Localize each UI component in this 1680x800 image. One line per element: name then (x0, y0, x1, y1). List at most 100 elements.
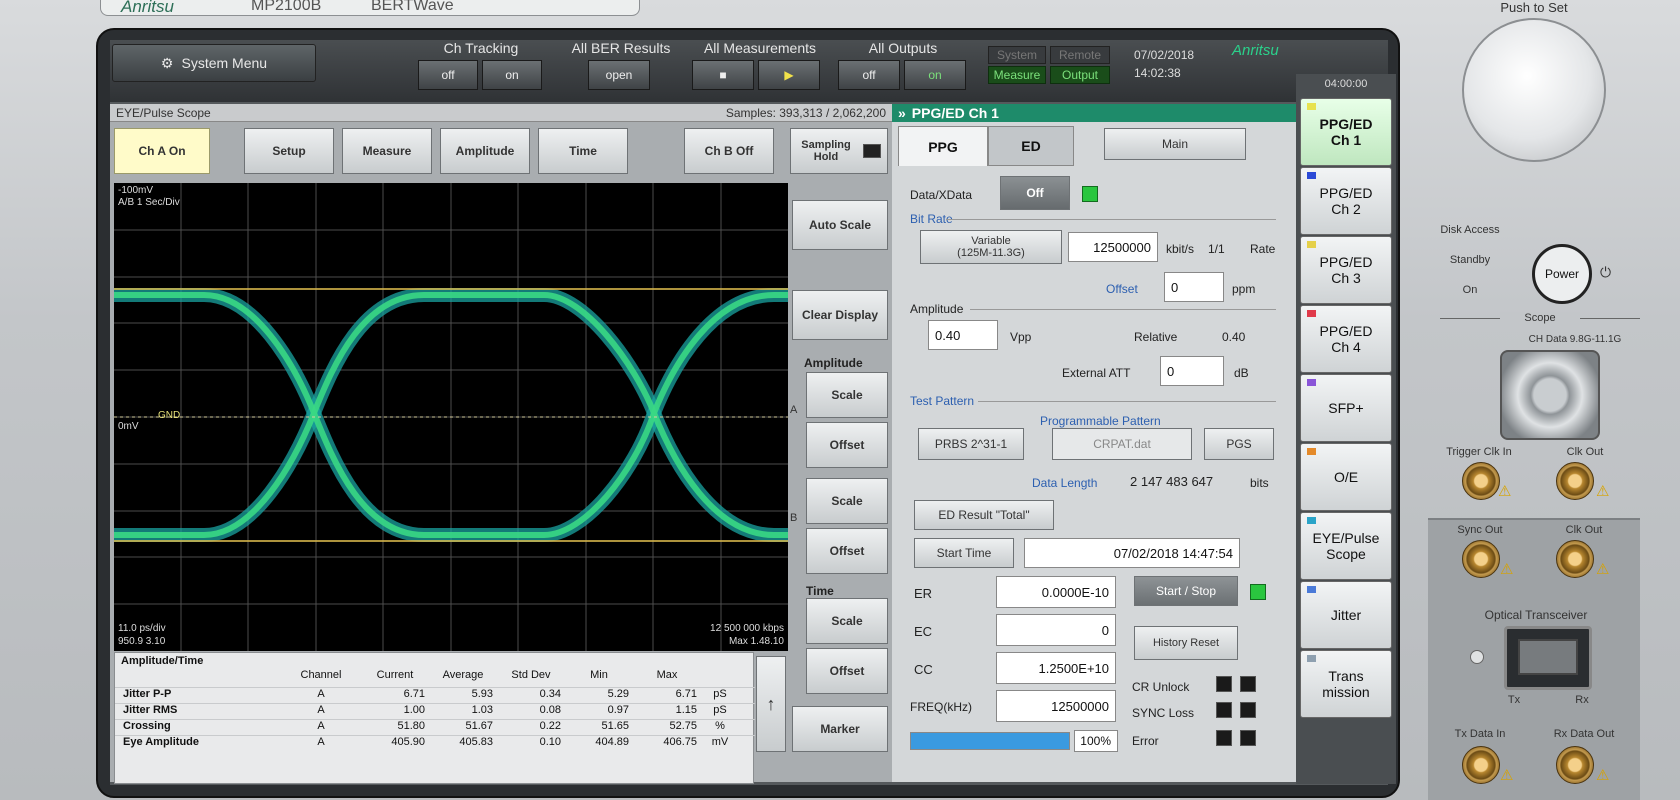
system-menu-button[interactable]: ⚙ System Menu (112, 44, 316, 82)
er-value: 0.0000E-10 (996, 576, 1116, 608)
side-tab-trans-mission[interactable]: Trans mission (1300, 650, 1392, 718)
time-offset-button[interactable]: Offset (806, 648, 888, 694)
prbs-button[interactable]: PRBS 2^31-1 (918, 428, 1024, 460)
setup-button[interactable]: Setup (244, 128, 334, 174)
table-cell: 406.75 (663, 736, 697, 748)
ch-a-on-button[interactable]: Ch A On (114, 128, 210, 174)
amplitude-b-offset-button[interactable]: Offset (806, 528, 888, 574)
transceiver-led (1470, 650, 1484, 664)
stop-all-measurements-button[interactable]: ■ (692, 60, 754, 90)
sync-out-connector[interactable] (1462, 540, 1500, 578)
amplitude-a-scale-button[interactable]: Scale (806, 372, 888, 418)
knob-label: Push to Set (1500, 0, 1568, 15)
warning-icon: ⚠ (1596, 561, 1610, 578)
side-tab-sfp[interactable]: SFP+ (1300, 374, 1392, 442)
trigger-clk-in-connector[interactable] (1462, 462, 1500, 500)
scope-title-bar: EYE/Pulse Scope Samples: 393,313 / 2,062… (110, 104, 892, 122)
variable-bitrate-button[interactable]: Variable (125M-11.3G) (920, 230, 1062, 264)
color-chip (1307, 241, 1316, 248)
table-cell: 0.10 (539, 736, 561, 748)
measure-indicator: Measure (988, 66, 1046, 84)
clear-display-button[interactable]: Clear Display (792, 290, 888, 340)
side-tab-ppg-ed-ch-1[interactable]: PPG/ED Ch 1 (1300, 98, 1392, 166)
offset-input[interactable]: 0 (1164, 272, 1224, 302)
auto-scale-button[interactable]: Auto Scale (792, 200, 888, 250)
rx-data-out-connector[interactable] (1556, 746, 1594, 784)
cr-unlock-lamp-2 (1240, 676, 1256, 692)
trigger-clk-in-label: Trigger Clk In (1446, 446, 1512, 458)
warning-icon: ⚠ (1500, 561, 1514, 578)
row-label: Jitter RMS (123, 704, 178, 716)
pattern-file-button[interactable]: CRPAT.dat (1052, 428, 1192, 460)
all-ber-open-button[interactable]: open (588, 60, 650, 90)
sfp-cage[interactable] (1504, 626, 1592, 690)
tab-ed[interactable]: ED (988, 126, 1074, 166)
tab-ppg[interactable]: PPG (898, 126, 988, 166)
offset-label: Offset (1106, 282, 1138, 296)
time-scale-button[interactable]: Scale (806, 598, 888, 644)
amplitude-a-offset-button[interactable]: Offset (806, 422, 888, 468)
rotary-knob[interactable] (1462, 18, 1606, 162)
remote-indicator: Remote (1050, 46, 1110, 64)
color-chip (1307, 655, 1316, 662)
ch-b-off-button[interactable]: Ch B Off (684, 128, 774, 174)
programmable-pattern-label: Programmable Pattern (1040, 414, 1161, 428)
history-reset-button[interactable]: History Reset (1134, 626, 1238, 660)
output-indicator: Output (1050, 66, 1110, 84)
all-outputs-label: All Outputs (868, 40, 938, 56)
marker-button[interactable]: Marker (792, 706, 888, 752)
bit-rate-input[interactable]: 12500000 (1068, 232, 1158, 262)
amplitude-input[interactable]: 0.40 (928, 320, 998, 350)
ch-data-input-label: CH Data 9.8G-11.1G (1528, 334, 1622, 345)
channel-a-marker: A (790, 404, 798, 416)
power-button[interactable]: Power (1532, 244, 1592, 304)
tx-data-in-connector[interactable] (1462, 746, 1500, 784)
side-tab-o-e[interactable]: O/E (1300, 443, 1392, 511)
side-tab-ppg-ed-ch-3[interactable]: PPG/ED Ch 3 (1300, 236, 1392, 304)
measure-button[interactable]: Measure (342, 128, 432, 174)
ed-result-total-button[interactable]: ED Result "Total" (914, 500, 1054, 530)
table-cell: 51.65 (601, 720, 629, 732)
table-cell: 404.89 (595, 736, 629, 748)
side-tab-eye-pulse-scope[interactable]: EYE/Pulse Scope (1300, 512, 1392, 580)
color-chip (1307, 586, 1316, 593)
start-time-button[interactable]: Start Time (914, 538, 1014, 568)
all-outputs-on-button[interactable]: on (904, 60, 966, 90)
start-stop-button[interactable]: Start / Stop (1134, 576, 1238, 606)
side-tab-ppg-ed-ch-2[interactable]: PPG/ED Ch 2 (1300, 167, 1392, 235)
sampling-hold-button[interactable]: Sampling Hold (790, 128, 888, 174)
amplitude-b-scale-button[interactable]: Scale (806, 478, 888, 524)
pgs-button[interactable]: PGS (1204, 428, 1274, 460)
relative-value: 0.40 (1222, 330, 1246, 344)
external-att-input[interactable]: 0 (1160, 356, 1224, 386)
table-header: Channel Current Average Std Dev Min Max (115, 669, 755, 685)
side-tab-jitter[interactable]: Jitter (1300, 581, 1392, 649)
ch-tracking-off-button[interactable]: off (418, 60, 478, 90)
table-cell: 51.67 (465, 720, 493, 732)
side-tab-ppg-ed-ch-4[interactable]: PPG/ED Ch 4 (1300, 305, 1392, 373)
sync-loss-lamp-2 (1240, 702, 1256, 718)
start-all-measurements-button[interactable]: ▶ (758, 60, 820, 90)
ch-tracking-on-button[interactable]: on (482, 60, 542, 90)
table-cell: A (317, 736, 325, 748)
table-cell: 0.08 (539, 704, 561, 716)
all-outputs-off-button[interactable]: off (838, 60, 900, 90)
data-output-off-button[interactable]: Off (1000, 176, 1070, 210)
amplitude-button[interactable]: Amplitude (440, 128, 530, 174)
ch-data-connector[interactable] (1500, 350, 1600, 440)
table-cell: 5.93 (471, 688, 493, 700)
scope-title: EYE/Pulse Scope (116, 105, 211, 120)
main-button[interactable]: Main (1104, 128, 1246, 160)
color-chip (1307, 517, 1316, 524)
clk-out-connector[interactable] (1556, 462, 1594, 500)
table-cell: 0.22 (539, 720, 561, 732)
table-cell: A (317, 688, 325, 700)
freq-value: 12500000 (996, 690, 1116, 722)
clk-out-2-connector[interactable] (1556, 540, 1594, 578)
scroll-up-button[interactable]: ↑ (756, 656, 786, 752)
time-button[interactable]: Time (538, 128, 628, 174)
top-label-strip: Anritsu MP2100B BERTWave (100, 0, 640, 16)
warning-icon: ⚠ (1596, 767, 1610, 784)
power-label: Power (1544, 267, 1579, 281)
table-row: Crossing A 51.80 51.67 0.22 51.65 52.75% (115, 719, 755, 735)
